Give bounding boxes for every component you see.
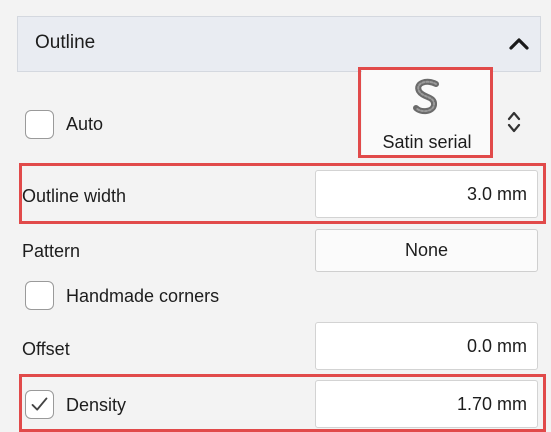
outline-width-input[interactable]: 3.0 mm [315,170,538,218]
outline-panel: Outline Auto Satin serial Outline width … [0,0,551,432]
pattern-label: Pattern [22,241,81,261]
spin-arrows-icon[interactable] [506,108,522,136]
chevron-up-icon[interactable] [508,33,530,55]
stitch-type-label: Satin serial [382,132,472,152]
density-label: Density [66,395,127,415]
handmade-corners-label: Handmade corners [66,286,220,306]
outline-width-label: Outline width [22,186,127,206]
density-value: 1.70 mm [456,393,527,414]
offset-input[interactable]: 0.0 mm [315,322,538,370]
checkmark-icon [31,397,48,411]
outline-width-value: 3.0 mm [466,183,527,204]
auto-label: Auto [66,114,104,134]
outline-section-header[interactable]: Outline [17,16,541,72]
density-input[interactable]: 1.70 mm [315,380,538,428]
auto-checkbox[interactable] [25,110,54,139]
handmade-corners-checkbox[interactable] [25,281,54,310]
offset-label: Offset [22,339,70,359]
density-checkbox[interactable] [25,390,54,419]
pattern-button[interactable]: None [315,229,538,272]
pattern-value: None [404,240,449,260]
satin-stitch-icon [413,78,439,115]
stitch-type-button[interactable]: Satin serial [362,70,492,157]
section-title: Outline [35,32,96,53]
offset-value: 0.0 mm [466,335,527,356]
